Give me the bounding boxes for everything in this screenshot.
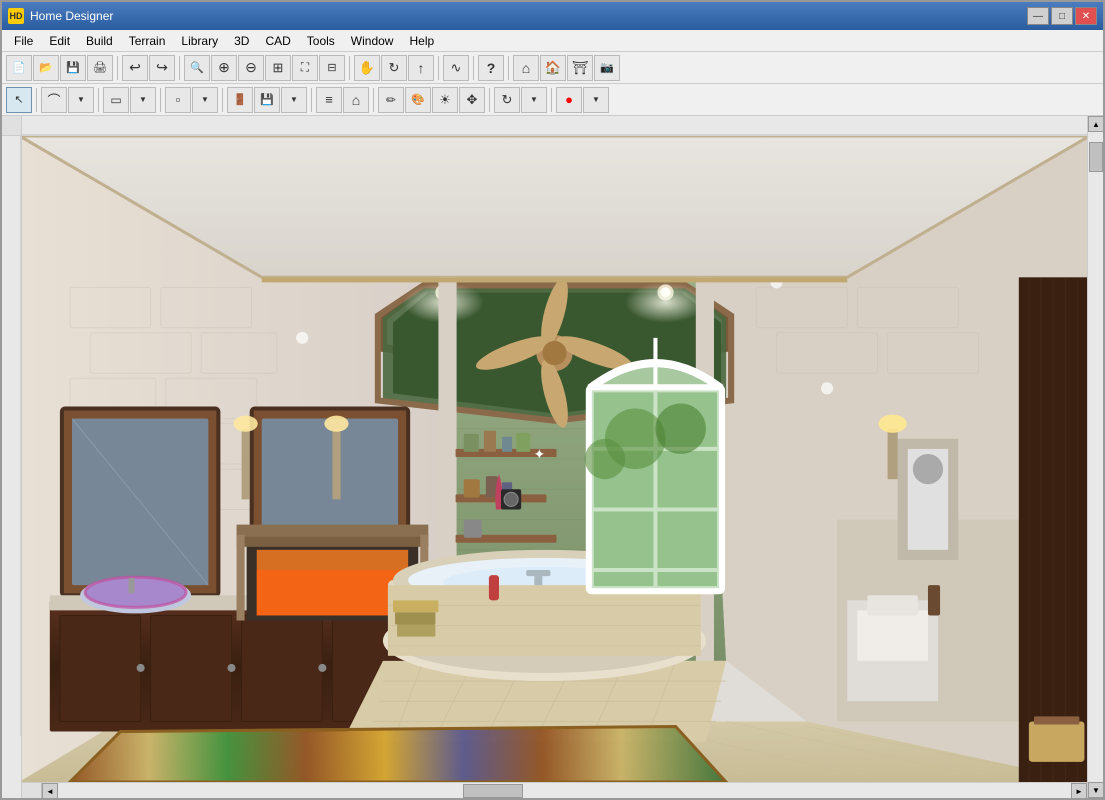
scroll-down-button[interactable]: ▼	[1088, 782, 1103, 798]
sep6	[508, 56, 509, 80]
zoom-out-button[interactable]: ⊖	[238, 55, 264, 81]
redo-button[interactable]: ↪	[149, 55, 175, 81]
rec-dropdown[interactable]: ▼	[583, 87, 609, 113]
t2-sep2	[98, 88, 99, 112]
cabinet-tool[interactable]: ▫	[165, 87, 191, 113]
door-tool[interactable]: 🚪	[227, 87, 253, 113]
room-image: ✦	[22, 136, 1087, 782]
top-ruler	[22, 116, 1087, 136]
house-button1[interactable]: ⌂	[513, 55, 539, 81]
top-ruler-svg	[22, 116, 1087, 136]
window-controls: — □ ✕	[1027, 7, 1097, 25]
stair-tool[interactable]: ≡	[316, 87, 342, 113]
left-ruler-svg	[2, 136, 22, 736]
save-tool[interactable]: 💾	[254, 87, 280, 113]
zoom-fit-button[interactable]: ⊞	[265, 55, 291, 81]
help-button[interactable]: ?	[478, 55, 504, 81]
toolbar1: 📄 📂 💾 🖨 ↩ ↪ 🔍 ⊕ ⊖ ⊞ ⛶ ⊟ ✋ ↻ ↑ ∿ ? ⌂ 🏠 ⛩ …	[2, 52, 1103, 84]
menu-build[interactable]: Build	[78, 32, 121, 50]
toolbar2: ↖ ⌒ ▼ ▭ ▼ ▫ ▼ 🚪 💾 ▼ ≡ ⌂ ✏ 🎨 ☀ ✥ ↻ ▼ ● ▼	[2, 84, 1103, 116]
title-bar: HD Home Designer — □ ✕	[2, 2, 1103, 30]
cursor-tool[interactable]: ✥	[459, 87, 485, 113]
t2-sep7	[489, 88, 490, 112]
app-icon: HD	[8, 8, 24, 24]
menu-window[interactable]: Window	[343, 32, 402, 50]
t2-sep1	[36, 88, 37, 112]
t2-sep6	[373, 88, 374, 112]
menu-tools[interactable]: Tools	[299, 32, 343, 50]
orbit-button[interactable]: ↻	[381, 55, 407, 81]
sep3	[349, 56, 350, 80]
new-button[interactable]: 📄	[6, 55, 32, 81]
select-tool[interactable]: ↖	[6, 87, 32, 113]
arrow-up-button[interactable]: ↑	[408, 55, 434, 81]
app-window: HD Home Designer — □ ✕ File Edit Build T…	[0, 0, 1105, 800]
save-dropdown[interactable]: ▼	[281, 87, 307, 113]
camera-button[interactable]: 📷	[594, 55, 620, 81]
arc-dropdown[interactable]: ▼	[68, 87, 94, 113]
paint-tool[interactable]: 🎨	[405, 87, 431, 113]
rotate-tool[interactable]: ↻	[494, 87, 520, 113]
minimize-button[interactable]: —	[1027, 7, 1049, 25]
scroll-left-button[interactable]: ◄	[42, 783, 58, 798]
menu-help[interactable]: Help	[401, 32, 442, 50]
right-scrollbar: ▲ ▼	[1087, 116, 1103, 798]
rotate-dropdown[interactable]: ▼	[521, 87, 547, 113]
main-area: ✦	[2, 116, 1103, 798]
menu-cad[interactable]: CAD	[257, 32, 298, 50]
t2-sep5	[311, 88, 312, 112]
t2-sep4	[222, 88, 223, 112]
zoom-in-button[interactable]: ⊕	[211, 55, 237, 81]
bottom-scrollbar: ◄ ►	[22, 782, 1087, 798]
t2-sep3	[160, 88, 161, 112]
canvas-wrapper: ✦	[22, 116, 1087, 798]
menu-edit[interactable]: Edit	[41, 32, 78, 50]
pencil-tool[interactable]: ✏	[378, 87, 404, 113]
maximize-button[interactable]: □	[1051, 7, 1073, 25]
sep5	[473, 56, 474, 80]
rec-button[interactable]: ●	[556, 87, 582, 113]
v-scroll-track[interactable]	[1088, 132, 1103, 782]
undo-button[interactable]: ↩	[122, 55, 148, 81]
t2-sep8	[551, 88, 552, 112]
zoom-button[interactable]: 🔍	[184, 55, 210, 81]
scroll-right-button[interactable]: ►	[1071, 783, 1087, 798]
roof-tool[interactable]: ⌂	[343, 87, 369, 113]
cabinet-dropdown[interactable]: ▼	[192, 87, 218, 113]
h-scroll-track[interactable]	[58, 783, 1071, 798]
sep2	[179, 56, 180, 80]
sun-tool[interactable]: ☀	[432, 87, 458, 113]
menu-file[interactable]: File	[6, 32, 41, 50]
close-button[interactable]: ✕	[1075, 7, 1097, 25]
house-button3[interactable]: ⛩	[567, 55, 593, 81]
canvas[interactable]: ✦	[22, 136, 1087, 782]
scroll-up-button[interactable]: ▲	[1088, 116, 1103, 132]
room-3d-view: ✦	[22, 136, 1087, 782]
title-text: Home Designer	[30, 9, 1027, 23]
menu-3d[interactable]: 3D	[226, 32, 257, 50]
open-button[interactable]: 📂	[33, 55, 59, 81]
house-button2[interactable]: 🏠	[540, 55, 566, 81]
save-button[interactable]: 💾	[60, 55, 86, 81]
menu-bar: File Edit Build Terrain Library 3D CAD T…	[2, 30, 1103, 52]
sep4	[438, 56, 439, 80]
sym-button[interactable]: ∿	[443, 55, 469, 81]
wall-dropdown[interactable]: ▼	[130, 87, 156, 113]
pan-button[interactable]: ✋	[354, 55, 380, 81]
arc-tool[interactable]: ⌒	[41, 87, 67, 113]
wall-tool[interactable]: ▭	[103, 87, 129, 113]
zoom-prev-button[interactable]: ⊟	[319, 55, 345, 81]
zoom-ext-button[interactable]: ⛶	[292, 55, 318, 81]
menu-terrain[interactable]: Terrain	[121, 32, 174, 50]
left-ruler	[2, 116, 22, 798]
svg-text:✦: ✦	[533, 446, 545, 462]
print-button[interactable]: 🖨	[87, 55, 113, 81]
menu-library[interactable]: Library	[173, 32, 226, 50]
sep1	[117, 56, 118, 80]
